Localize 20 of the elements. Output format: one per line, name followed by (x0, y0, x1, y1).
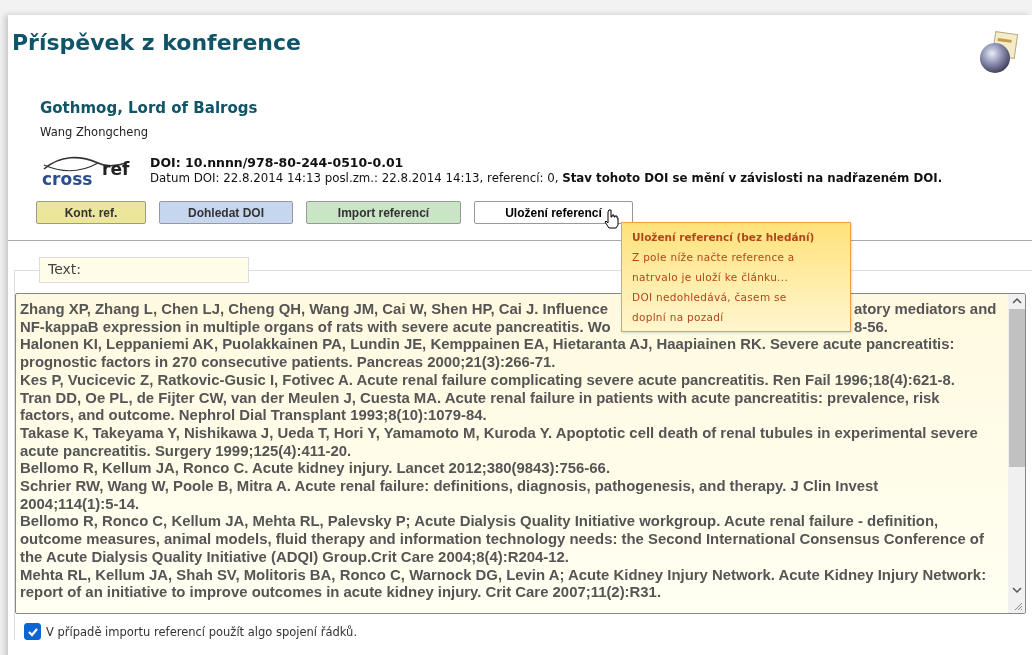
checkbox[interactable] (24, 623, 41, 640)
author-name: Wang Zhongcheng (40, 125, 149, 139)
scroll-down-icon[interactable] (1010, 586, 1023, 594)
doi-details: Datum DOI: 22.8.2014 14:13 posl.zm.: 22.8.2014 14:13, referencí: 0, Stav tohoto DOI se mění v závislosti na nadřazeném DOI. (150, 171, 943, 185)
globe-newspaper-icon (978, 31, 1018, 75)
page-title: Příspěvek z konference (12, 30, 301, 55)
doi-number: DOI: 10.nnnn/978-80-244-0510-0.01 (150, 155, 405, 170)
crossref-logo: cross ref (40, 155, 140, 187)
article-title: Gothmog, Lord of Balrogs (40, 99, 259, 117)
scroll-up-icon[interactable] (1010, 297, 1023, 305)
action-button[interactable]: Uložení referencí (474, 201, 633, 224)
action-button[interactable]: Kont. ref. (36, 201, 146, 224)
action-button[interactable]: Dohledat DOI (159, 201, 293, 224)
action-button[interactable]: Import referencí (306, 201, 461, 224)
hand-cursor-icon (604, 209, 620, 229)
field-legend: Text: (39, 257, 249, 283)
checkbox-label: V případě importu referencí použít algo spojení řádků. (46, 624, 358, 639)
scrollbar[interactable] (1008, 294, 1025, 613)
tooltip-title: Uložení referencí (bez hledání) (632, 231, 816, 243)
resize-grip-icon[interactable] (1013, 601, 1023, 611)
